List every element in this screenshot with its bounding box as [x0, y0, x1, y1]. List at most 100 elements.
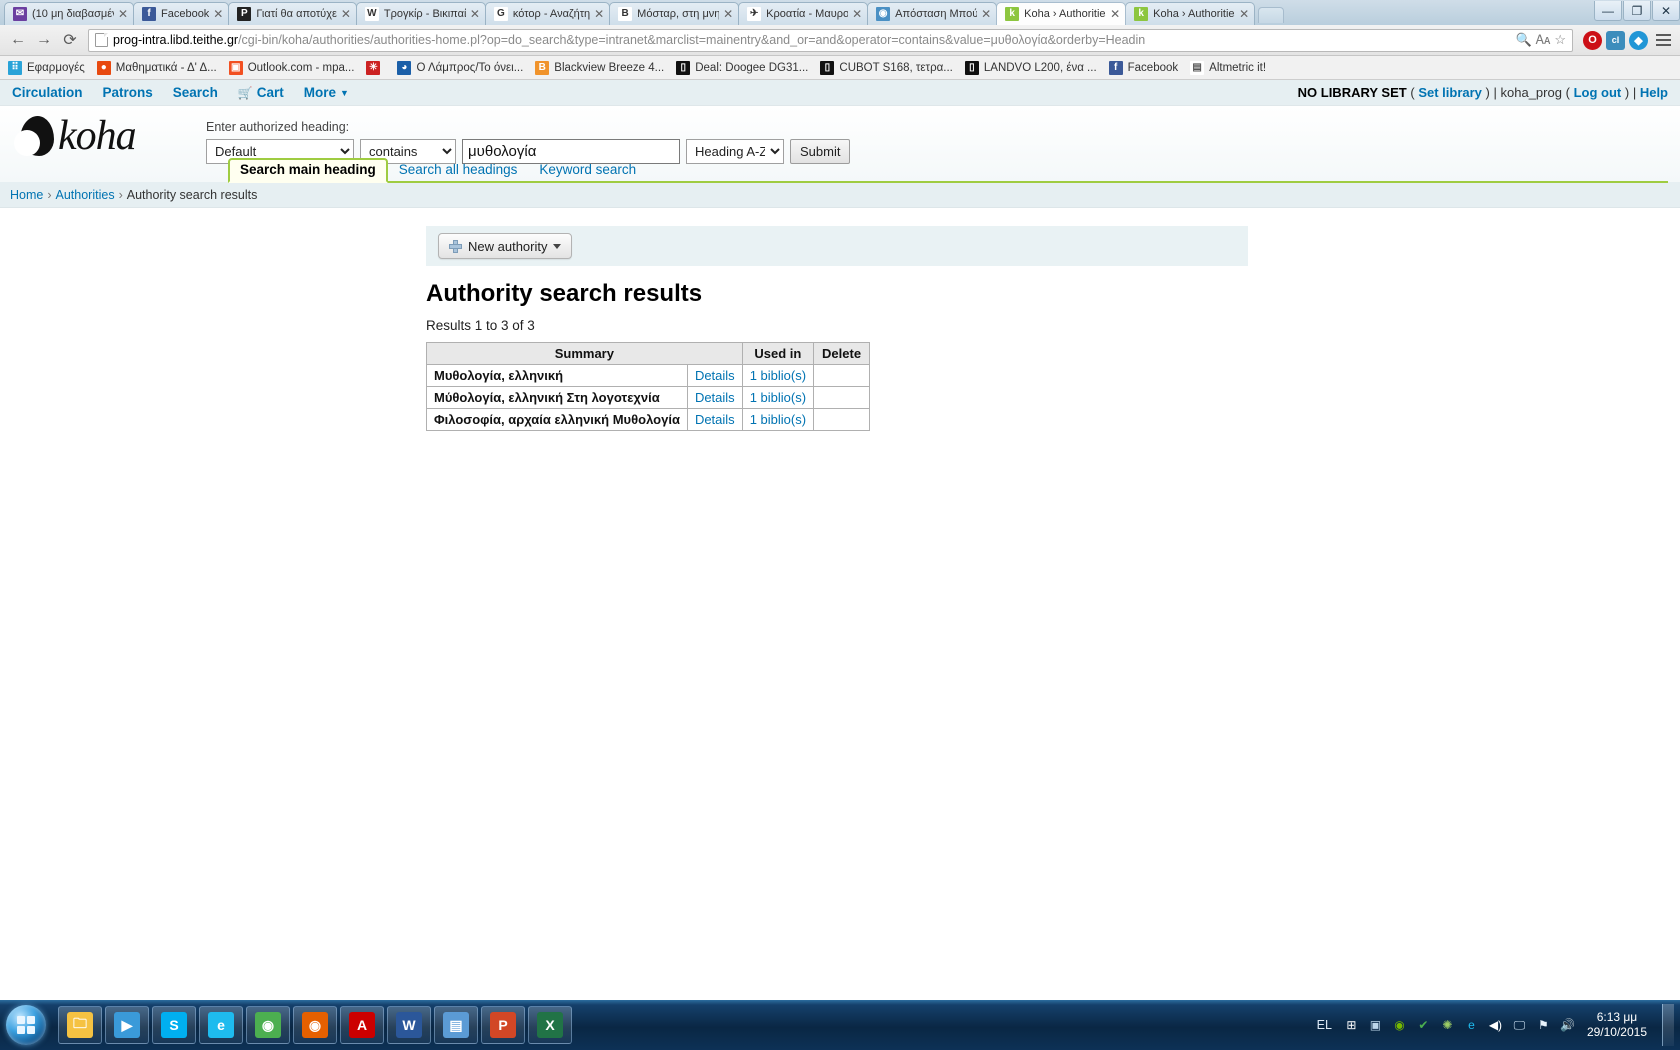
- browser-tab[interactable]: ✉ (10 μη διαβασμέν ✕: [4, 2, 134, 25]
- set-library-link[interactable]: Set library: [1418, 85, 1482, 100]
- skype-taskbar-icon[interactable]: S: [152, 1006, 196, 1044]
- browser-tab[interactable]: f Facebook ✕: [133, 2, 230, 25]
- nav-circulation[interactable]: Circulation: [12, 85, 83, 100]
- browser-tab[interactable]: B Μόσταρ, στη μνη ✕: [609, 2, 740, 25]
- koha-logo[interactable]: koha: [0, 114, 190, 158]
- media-player-taskbar-icon[interactable]: ▶: [105, 1006, 149, 1044]
- bookmark-item[interactable]: ✳: [362, 59, 391, 77]
- chrome-menu-icon[interactable]: [1652, 34, 1674, 46]
- edge-tray-icon[interactable]: e: [1463, 1017, 1480, 1034]
- bookmark-item[interactable]: ▯ CUBOT S168, τετρα...: [816, 59, 958, 77]
- bookmark-item[interactable]: ▯ LANDVO L200, ένα ...: [961, 59, 1103, 77]
- help-link[interactable]: Help: [1640, 85, 1668, 100]
- browser-tab[interactable]: P Γιατί θα αποτύχε ✕: [228, 2, 357, 25]
- windows-explorer-taskbar-icon[interactable]: ▤: [434, 1006, 478, 1044]
- nvidia-tray-icon[interactable]: ◉: [1391, 1017, 1408, 1034]
- close-icon[interactable]: ✕: [1109, 8, 1121, 20]
- used-in-link[interactable]: 1 biblio(s): [750, 412, 806, 427]
- minimize-button[interactable]: ―: [1594, 1, 1622, 21]
- bookmark-item[interactable]: f Facebook: [1105, 59, 1185, 77]
- used-in-link[interactable]: 1 biblio(s): [750, 368, 806, 383]
- internet-explorer-taskbar-icon[interactable]: e: [199, 1006, 243, 1044]
- browser-tab[interactable]: k Koha › Authorities ✕: [1125, 2, 1256, 25]
- close-icon[interactable]: ✕: [469, 8, 481, 20]
- browser-tab[interactable]: ◉ Απόσταση Μπού ✕: [867, 2, 998, 25]
- cell-delete[interactable]: [813, 364, 871, 387]
- back-icon[interactable]: ←: [6, 28, 30, 52]
- details-link[interactable]: Details: [695, 412, 735, 427]
- close-icon[interactable]: ✕: [212, 8, 224, 20]
- nav-patrons[interactable]: Patrons: [103, 85, 153, 100]
- show-desktop-button[interactable]: [1662, 1004, 1674, 1046]
- cell-used-in[interactable]: 1 biblio(s): [741, 364, 815, 387]
- cell-details[interactable]: Details: [686, 386, 743, 409]
- cell-used-in[interactable]: 1 biblio(s): [741, 386, 815, 409]
- bookmark-item[interactable]: ⠿ Εφαρμογές: [4, 59, 91, 77]
- browser-tab[interactable]: k Koha › Authorities ✕: [996, 2, 1127, 25]
- cell-delete[interactable]: [813, 408, 871, 431]
- tab-search-main-heading[interactable]: Search main heading: [228, 158, 388, 183]
- browser-tab[interactable]: W Τρογκίρ - Βικιπαί ✕: [355, 2, 486, 25]
- bookmark-star-icon[interactable]: ☆: [1554, 32, 1566, 48]
- breadcrumb-authorities[interactable]: Authorities: [56, 188, 115, 202]
- explorer-taskbar-icon[interactable]: 🗀: [58, 1006, 102, 1044]
- start-button[interactable]: [2, 1003, 50, 1047]
- speaker-tray-icon[interactable]: 🔊: [1559, 1017, 1576, 1034]
- nav-search[interactable]: Search: [173, 85, 218, 100]
- maximize-button[interactable]: ❐: [1623, 1, 1651, 21]
- tab-search-all-headings[interactable]: Search all headings: [388, 159, 529, 181]
- browser-tab[interactable]: ✈ Κροατία - Μαυρο ✕: [738, 2, 869, 25]
- chrome-taskbar-icon[interactable]: ◉: [246, 1006, 290, 1044]
- close-icon[interactable]: ✕: [593, 8, 605, 20]
- word-taskbar-icon[interactable]: W: [387, 1006, 431, 1044]
- powerpoint-taskbar-icon[interactable]: P: [481, 1006, 525, 1044]
- windows-store-icon[interactable]: ⊞: [1343, 1017, 1360, 1034]
- cell-details[interactable]: Details: [686, 408, 743, 431]
- translate-icon[interactable]: 🗛: [1536, 32, 1551, 48]
- acrobat-taskbar-icon[interactable]: A: [340, 1006, 384, 1044]
- logout-link[interactable]: Log out: [1574, 85, 1622, 100]
- close-icon[interactable]: ✕: [340, 8, 352, 20]
- browser-tab[interactable]: Gκότορ - Αναζήτη ✕: [484, 2, 611, 25]
- cell-delete[interactable]: [813, 386, 871, 409]
- details-link[interactable]: Details: [695, 368, 735, 383]
- close-icon[interactable]: ✕: [851, 8, 863, 20]
- tab-keyword-search[interactable]: Keyword search: [528, 159, 647, 181]
- cell-details[interactable]: Details: [686, 364, 743, 387]
- new-tab-button[interactable]: [1258, 7, 1285, 23]
- firefox-taskbar-icon[interactable]: ◉: [293, 1006, 337, 1044]
- close-icon[interactable]: ✕: [980, 8, 992, 20]
- dropbox-tray-icon[interactable]: ✔: [1415, 1017, 1432, 1034]
- diamond-extension-icon[interactable]: ◆: [1629, 30, 1648, 50]
- breadcrumb-home[interactable]: Home: [10, 188, 43, 202]
- bookmark-item[interactable]: B Blackview Breeze 4...: [531, 59, 670, 77]
- excel-taskbar-icon[interactable]: X: [528, 1006, 572, 1044]
- bookmark-item[interactable]: ▯ Deal: Doogee DG31...: [672, 59, 814, 77]
- nav-cart[interactable]: 🛒 Cart: [238, 85, 284, 100]
- screen-tray-icon[interactable]: 🖵: [1511, 1017, 1528, 1034]
- bookmark-item[interactable]: ● Μαθηματικά - Δ' Δ...: [93, 59, 223, 77]
- forward-icon[interactable]: →: [32, 28, 56, 52]
- flag-action-center-icon[interactable]: ⚑: [1535, 1017, 1552, 1034]
- nav-more[interactable]: More ▼: [304, 85, 349, 100]
- opera-extension-icon[interactable]: O: [1583, 30, 1602, 50]
- cell-used-in[interactable]: 1 biblio(s): [741, 408, 815, 431]
- spider-tray-icon[interactable]: ✺: [1439, 1017, 1456, 1034]
- camera-tray-icon[interactable]: ▣: [1367, 1017, 1384, 1034]
- volume-tray-icon[interactable]: ◀): [1487, 1017, 1504, 1034]
- reload-icon[interactable]: ⟳: [58, 28, 82, 52]
- language-indicator[interactable]: EL: [1317, 1018, 1332, 1032]
- close-icon[interactable]: ✕: [1238, 8, 1250, 20]
- details-link[interactable]: Details: [695, 390, 735, 405]
- address-bar[interactable]: prog-intra.libd.teithe.gr/cgi-bin/koha/a…: [88, 28, 1573, 52]
- bookmark-item[interactable]: ▣ Outlook.com - mpa...: [225, 59, 361, 77]
- clipboard-extension-icon[interactable]: cl: [1606, 30, 1625, 50]
- taskbar-clock[interactable]: 6:13 μμ 29/10/2015: [1587, 1010, 1647, 1040]
- close-icon[interactable]: ✕: [722, 8, 734, 20]
- bookmark-item[interactable]: ◕ Ο Λάμπρος/Το όνει...: [393, 59, 529, 77]
- close-icon[interactable]: ✕: [117, 8, 129, 20]
- new-authority-button[interactable]: New authority: [438, 233, 573, 259]
- search-icon[interactable]: 🔍: [1515, 32, 1531, 48]
- used-in-link[interactable]: 1 biblio(s): [750, 390, 806, 405]
- bookmark-item[interactable]: ▤ Altmetric it!: [1186, 59, 1272, 77]
